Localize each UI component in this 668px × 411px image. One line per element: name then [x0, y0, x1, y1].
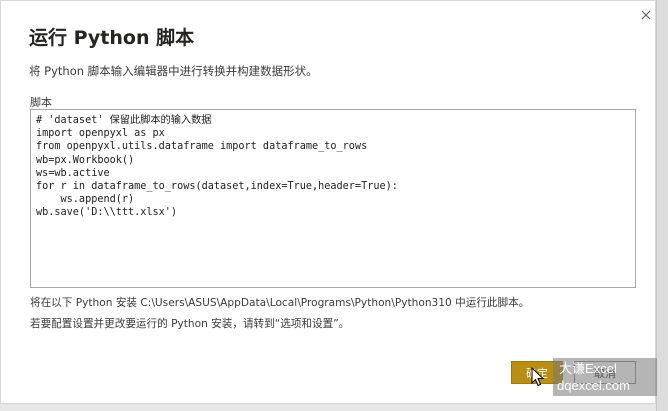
script-line: ws.append(r): [36, 194, 135, 206]
dialog-title: 运行 Python 脚本: [29, 27, 195, 49]
run-python-script-dialog: 运行 Python 脚本 将 Python 脚本输入编辑器中进行转换并构建数据形…: [0, 0, 656, 404]
script-line: from openpyxl.utils.dataframe import dat…: [36, 141, 368, 153]
mouse-pointer-icon: [531, 367, 545, 387]
close-icon[interactable]: [639, 8, 653, 22]
script-line: import openpyxl as px: [36, 128, 165, 140]
script-line: for r in dataframe_to_rows(dataset,index…: [36, 181, 398, 193]
script-label: 脚本: [30, 96, 52, 109]
dialog-subtitle: 将 Python 脚本输入编辑器中进行转换并构建数据形状。: [29, 64, 318, 78]
watermark-line1: 大谦Excel: [559, 361, 617, 376]
python-install-info: 将在以下 Python 安装 C:\Users\ASUS\AppData\Loc…: [30, 297, 530, 309]
watermark-line2: dqexcel.com: [557, 378, 630, 393]
script-line: wb=px.Workbook(): [36, 154, 135, 166]
script-editor[interactable]: # 'dataset' 保留此脚本的输入数据 import openpyxl a…: [30, 109, 636, 288]
settings-info: 若要配置设置并更改要运行的 Python 安装，请转到“选项和设置”。: [30, 318, 350, 330]
script-line: wb.save('D:\\ttt.xlsx'): [36, 207, 178, 219]
watermark: 大谦Excel dqexcel.com: [553, 358, 657, 396]
background-strip: [656, 0, 668, 411]
script-line: # 'dataset' 保留此脚本的输入数据: [36, 115, 212, 126]
script-line: ws=wb.active: [36, 167, 110, 179]
